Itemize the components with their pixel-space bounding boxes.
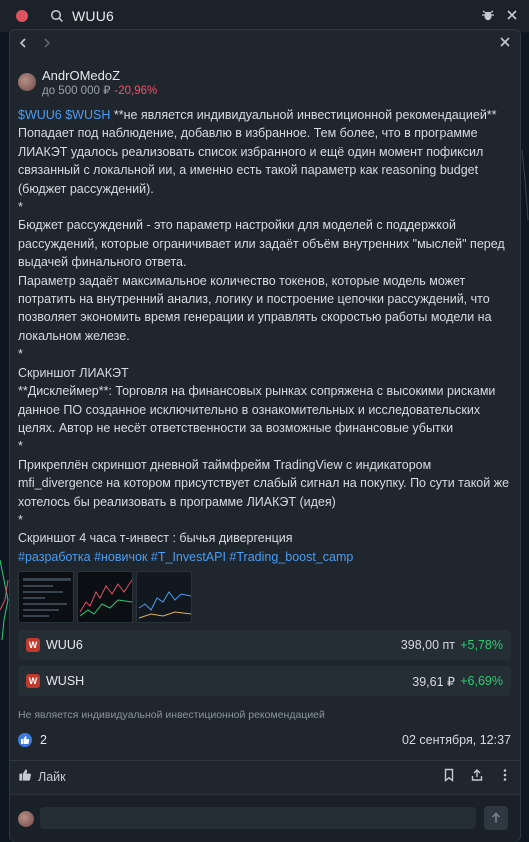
instrument-price: 39,61 ₽ bbox=[412, 674, 455, 689]
author-name[interactable]: AndrOMedoZ bbox=[42, 68, 157, 84]
search-bar: WUU6 bbox=[0, 0, 529, 32]
more-icon[interactable] bbox=[498, 768, 512, 782]
instrument-logo: W bbox=[26, 674, 40, 688]
instrument-ticker: WUU6 bbox=[46, 638, 83, 652]
panel-nav bbox=[10, 30, 520, 56]
attachment-thumbnail[interactable] bbox=[136, 571, 192, 623]
portfolio-change: -20,96% bbox=[114, 85, 158, 97]
chevron-left-icon[interactable] bbox=[16, 36, 30, 50]
post-date: 02 сентября, 12:37 bbox=[402, 733, 511, 747]
instrument-logo: W bbox=[26, 638, 40, 652]
author-block[interactable]: AndrOMedoZ до 500 000 ₽ -20,96% bbox=[18, 68, 157, 99]
share-icon[interactable] bbox=[470, 768, 484, 782]
like-button[interactable]: Лайк bbox=[18, 768, 66, 785]
likes-summary[interactable]: 2 bbox=[18, 733, 47, 747]
post-body: $WUU6 $WUSH **не является индивидуальной… bbox=[18, 106, 514, 566]
instrument-price: 398,00 пт bbox=[400, 638, 455, 652]
instrument-change: +5,78% bbox=[460, 638, 503, 652]
search-icon bbox=[50, 9, 64, 23]
close-search-icon[interactable] bbox=[505, 8, 519, 22]
arrow-up-icon bbox=[491, 812, 501, 823]
like-count: 2 bbox=[40, 733, 47, 747]
search-input[interactable]: WUU6 bbox=[72, 8, 114, 24]
instrument-row-wush[interactable]: W WUSH 39,61 ₽ +6,69% bbox=[18, 666, 511, 696]
instrument-change: +6,69% bbox=[460, 674, 503, 688]
post-panel: AndrOMedoZ до 500 000 ₽ -20,96% $WUU6 $WU… bbox=[9, 29, 521, 842]
instrument-ticker: WUSH bbox=[46, 674, 85, 688]
send-button[interactable] bbox=[484, 806, 508, 830]
comment-input[interactable] bbox=[40, 807, 476, 829]
disclaimer: Не является индивидуальной инвестиционно… bbox=[18, 709, 325, 721]
bookmark-icon[interactable] bbox=[442, 768, 456, 782]
comment-bar bbox=[10, 794, 520, 842]
avatar[interactable] bbox=[18, 73, 36, 91]
hashtags[interactable]: #разработка #новичок #T_InvestAPI #Tradi… bbox=[18, 550, 353, 564]
divider bbox=[10, 760, 520, 761]
close-icon[interactable] bbox=[498, 35, 512, 49]
instrument-row-wuu6[interactable]: W WUU6 398,00 пт +5,78% bbox=[18, 630, 511, 660]
attachments bbox=[18, 571, 192, 623]
like-label: Лайк bbox=[38, 769, 66, 784]
thumbs-up-icon bbox=[18, 733, 32, 747]
ticker-links[interactable]: $WUU6 $WUSH bbox=[18, 108, 110, 122]
post-actions: Лайк bbox=[18, 768, 512, 788]
chevron-right-icon[interactable] bbox=[40, 36, 54, 50]
avatar bbox=[18, 811, 34, 827]
bug-icon[interactable] bbox=[481, 8, 495, 22]
portfolio-label: до 500 000 ₽ bbox=[42, 85, 111, 97]
author-portfolio: до 500 000 ₽ -20,96% bbox=[42, 84, 157, 99]
attachment-thumbnail[interactable] bbox=[77, 571, 133, 623]
post-text: **не является индивидуальной инвестицион… bbox=[18, 108, 510, 546]
thumbs-up-icon bbox=[18, 768, 32, 785]
attachment-thumbnail[interactable] bbox=[18, 571, 74, 623]
close-window-button[interactable] bbox=[16, 10, 28, 22]
